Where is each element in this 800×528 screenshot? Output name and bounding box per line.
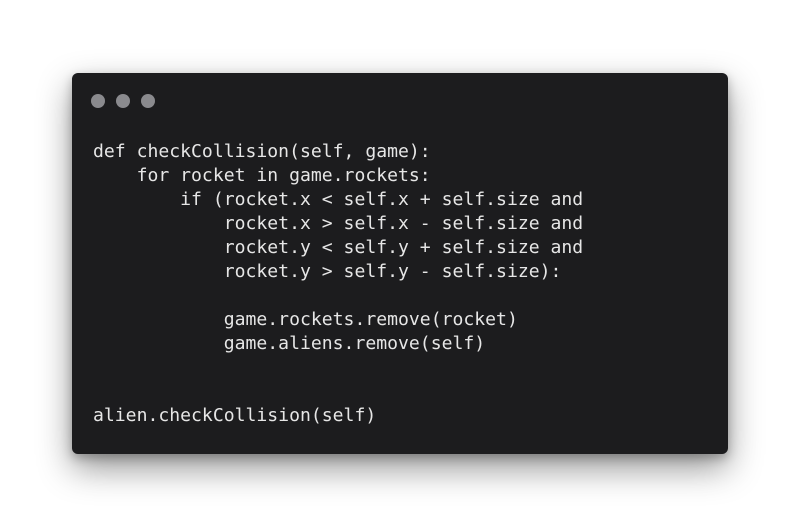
code-line: game.aliens.remove(self) <box>93 333 486 354</box>
code-line: rocket.y > self.y - self.size): <box>93 261 562 282</box>
code-line: rocket.x > self.x - self.size and <box>93 213 584 234</box>
code-line: game.rockets.remove(rocket) <box>93 309 518 330</box>
maximize-dot-icon[interactable] <box>141 94 155 108</box>
code-window: def checkCollision(self, game): for rock… <box>72 73 728 454</box>
code-line: def checkCollision(self, game): <box>93 141 431 162</box>
close-dot-icon[interactable] <box>91 94 105 108</box>
code-line: if (rocket.x < self.x + self.size and <box>93 189 584 210</box>
code-line: for rocket in game.rockets: <box>93 165 431 186</box>
code-line: alien.checkCollision(self) <box>93 405 377 426</box>
code-line: rocket.y < self.y + self.size and <box>93 237 584 258</box>
minimize-dot-icon[interactable] <box>116 94 130 108</box>
code-block: def checkCollision(self, game): for rock… <box>93 140 583 428</box>
window-controls <box>91 94 155 108</box>
